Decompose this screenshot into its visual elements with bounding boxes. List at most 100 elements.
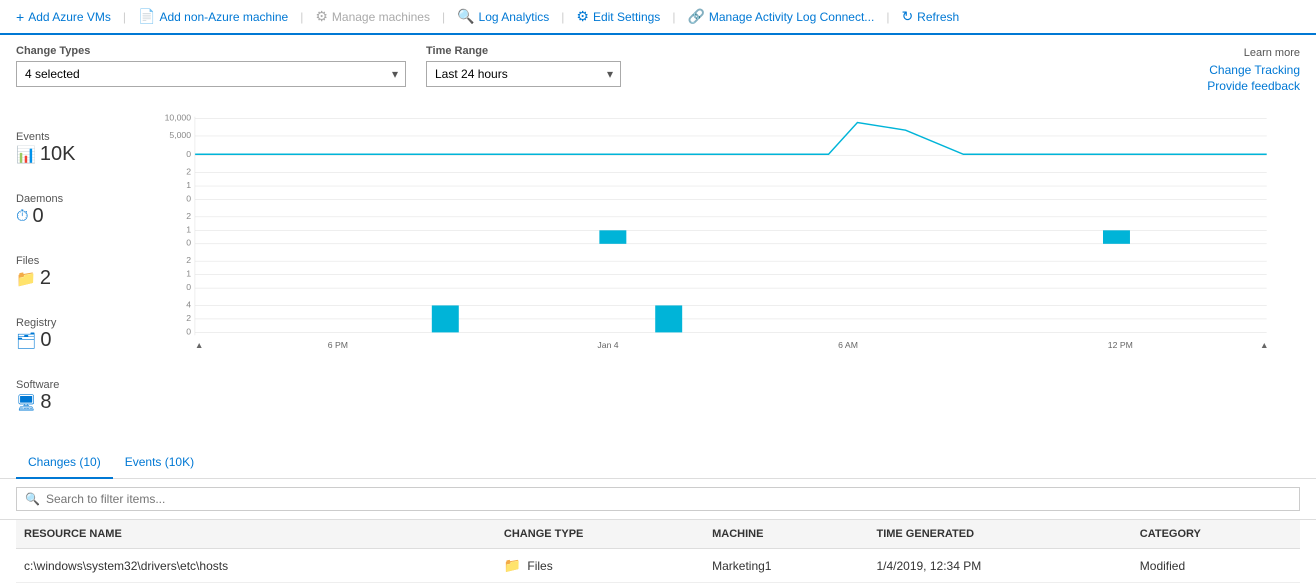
daemons-icon: ⏱ bbox=[16, 208, 28, 226]
tab-changes[interactable]: Changes (10) bbox=[16, 447, 113, 479]
toolbar-divider-5: | bbox=[672, 10, 675, 24]
col-category: CATEGORY bbox=[1132, 520, 1300, 549]
table-header-row: RESOURCE NAME CHANGE TYPE MACHINE TIME G… bbox=[16, 520, 1300, 549]
change-types-select[interactable]: 4 selected All Files Registry Software D… bbox=[16, 61, 406, 87]
provide-feedback-link[interactable]: Provide feedback bbox=[1207, 79, 1300, 93]
events-line bbox=[195, 122, 1267, 154]
col-resource-name: RESOURCE NAME bbox=[16, 520, 496, 549]
change-type-icon: 📁 bbox=[504, 557, 521, 574]
x-label-6am: 6 AM bbox=[838, 340, 858, 350]
events-stat: Events 📊 10K bbox=[16, 129, 126, 191]
daemons-y-2: 2 bbox=[186, 166, 191, 176]
manage-machines-button: ⚙ Manage machines bbox=[307, 4, 438, 29]
daemons-label: Daemons bbox=[16, 193, 126, 205]
software-value: 8 bbox=[40, 391, 51, 414]
daemons-y-0: 0 bbox=[186, 193, 191, 203]
files-icon: 📁 bbox=[16, 269, 36, 289]
search-input[interactable] bbox=[46, 492, 1291, 506]
main-content: Events 📊 10K Daemons ⏱ 0 Files 📁 2 Regis… bbox=[0, 101, 1316, 447]
manage-activity-button[interactable]: 🔗 Manage Activity Log Connect... bbox=[679, 4, 882, 29]
cell-resource-name: c:\windows\system32\drivers\etc\hosts bbox=[16, 549, 496, 583]
events-y-0: 0 bbox=[186, 149, 191, 159]
document-icon: 📄 bbox=[138, 8, 155, 25]
search-icon: 🔍 bbox=[457, 8, 474, 25]
registry-label: Registry bbox=[16, 317, 126, 329]
toolbar-divider-1: | bbox=[123, 10, 126, 24]
events-icon: 📊 bbox=[16, 145, 36, 165]
change-types-label: Change Types bbox=[16, 45, 406, 57]
software-y-0: 0 bbox=[186, 326, 191, 336]
refresh-button[interactable]: ↻ Refresh bbox=[893, 4, 967, 29]
files-y-1: 1 bbox=[186, 224, 191, 234]
registry-stat: Registry 🗂 0 bbox=[16, 315, 126, 377]
software-icon: 🖥 bbox=[16, 393, 36, 413]
registry-value: 0 bbox=[40, 329, 51, 352]
daemons-stat: Daemons ⏱ 0 bbox=[16, 191, 126, 253]
software-y-2: 2 bbox=[186, 313, 191, 323]
toolbar-divider-4: | bbox=[561, 10, 564, 24]
toolbar-divider-3: | bbox=[442, 10, 445, 24]
refresh-icon: ↻ bbox=[901, 8, 913, 25]
daemons-y-1: 1 bbox=[186, 180, 191, 190]
cell-change-type: 📁 Files bbox=[496, 549, 704, 583]
registry-icon: 🗂 bbox=[16, 331, 36, 351]
registry-y-0: 0 bbox=[186, 282, 191, 292]
edit-settings-button[interactable]: ⚙ Edit Settings bbox=[568, 4, 668, 29]
x-label-6pm: 6 PM bbox=[328, 340, 348, 350]
time-range-dropdown[interactable]: Last 24 hours Last 7 days Last 30 days bbox=[426, 61, 621, 87]
add-icon: + bbox=[16, 9, 24, 25]
add-non-azure-button[interactable]: 📄 Add non-Azure machine bbox=[130, 4, 296, 29]
data-table: RESOURCE NAME CHANGE TYPE MACHINE TIME G… bbox=[16, 520, 1300, 583]
software-bar-2 bbox=[655, 305, 682, 332]
software-stat: Software 🖥 8 bbox=[16, 377, 126, 439]
stats-panel: Events 📊 10K Daemons ⏱ 0 Files 📁 2 Regis… bbox=[16, 109, 126, 439]
log-analytics-button[interactable]: 🔍 Log Analytics bbox=[449, 4, 557, 29]
search-row: 🔍 bbox=[0, 479, 1316, 520]
files-y-0: 0 bbox=[186, 238, 191, 248]
table-container: RESOURCE NAME CHANGE TYPE MACHINE TIME G… bbox=[0, 520, 1316, 583]
learn-more-label: Learn more bbox=[1244, 47, 1300, 59]
tabs-row: Changes (10) Events (10K) bbox=[0, 447, 1316, 479]
chart-svg: 10,000 5,000 0 2 1 0 2 1 0 bbox=[126, 109, 1300, 369]
registry-y-2: 2 bbox=[186, 255, 191, 265]
add-azure-vms-button[interactable]: + Add Azure VMs bbox=[8, 5, 119, 29]
software-y-4: 4 bbox=[186, 299, 191, 309]
change-tracking-link[interactable]: Change Tracking bbox=[1209, 63, 1300, 77]
col-time-generated: TIME GENERATED bbox=[868, 520, 1131, 549]
col-machine: MACHINE bbox=[704, 520, 868, 549]
learn-more-section: Learn more Change Tracking Provide feedb… bbox=[1207, 45, 1300, 95]
cell-time-generated: 1/4/2019, 12:34 PM bbox=[868, 549, 1131, 583]
software-label: Software bbox=[16, 379, 126, 391]
change-type-value: Files bbox=[527, 559, 552, 573]
registry-y-1: 1 bbox=[186, 269, 191, 279]
time-range-label: Time Range bbox=[426, 45, 621, 57]
table-row[interactable]: c:\windows\system32\drivers\etc\hosts 📁 … bbox=[16, 549, 1300, 583]
software-bar-1 bbox=[432, 305, 459, 332]
time-range-filter: Time Range Last 24 hours Last 7 days Las… bbox=[426, 45, 621, 87]
toolbar-divider-2: | bbox=[300, 10, 303, 24]
col-change-type: CHANGE TYPE bbox=[496, 520, 704, 549]
toolbar-divider-6: | bbox=[886, 10, 889, 24]
x-label-end: ▲ bbox=[1260, 340, 1269, 350]
cell-category: Modified bbox=[1132, 549, 1300, 583]
files-bar-2 bbox=[1103, 230, 1130, 243]
cell-machine: Marketing1 bbox=[704, 549, 868, 583]
events-y-10000: 10,000 bbox=[165, 113, 192, 123]
manage-icon: ⚙ bbox=[315, 8, 328, 25]
search-box: 🔍 bbox=[16, 487, 1300, 511]
files-value: 2 bbox=[40, 267, 51, 290]
change-types-dropdown[interactable]: 4 selected All Files Registry Software D… bbox=[16, 61, 406, 87]
events-y-5000: 5,000 bbox=[169, 130, 191, 140]
files-y-2: 2 bbox=[186, 211, 191, 221]
x-label-12pm: 12 PM bbox=[1108, 340, 1133, 350]
gear-icon: ⚙ bbox=[576, 8, 589, 25]
daemons-value: 0 bbox=[32, 205, 43, 228]
change-types-filter: Change Types 4 selected All Files Regist… bbox=[16, 45, 406, 87]
files-stat: Files 📁 2 bbox=[16, 253, 126, 315]
filters-row: Change Types 4 selected All Files Regist… bbox=[0, 35, 1316, 101]
events-value: 10K bbox=[40, 143, 76, 166]
time-range-select[interactable]: Last 24 hours Last 7 days Last 30 days ▾ bbox=[426, 61, 621, 87]
search-icon: 🔍 bbox=[25, 492, 40, 506]
tab-events[interactable]: Events (10K) bbox=[113, 447, 206, 479]
x-label-start: ▲ bbox=[195, 340, 204, 350]
